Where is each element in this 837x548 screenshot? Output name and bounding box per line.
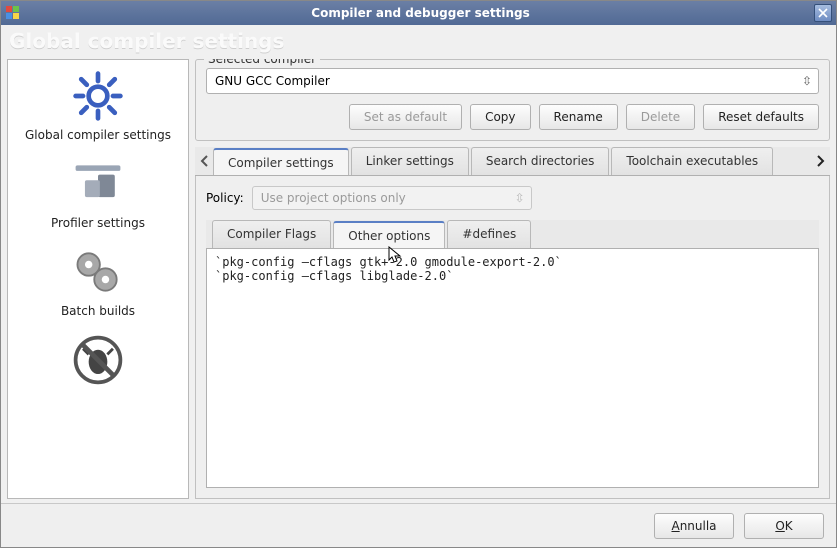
inner-tab-container: Compiler Flags Other options #defines `p… — [206, 220, 819, 488]
tab-scroll-left[interactable] — [195, 147, 213, 175]
tab-linker-settings[interactable]: Linker settings — [351, 147, 469, 175]
page-title: Global compiler settings — [1, 25, 836, 59]
tab-other-options[interactable]: Other options — [333, 221, 445, 248]
main-panel: Selected compiler GNU GCC Compiler Set a… — [195, 59, 830, 499]
compiler-select[interactable]: GNU GCC Compiler — [206, 68, 819, 94]
copy-button[interactable]: Copy — [470, 104, 530, 130]
sidebar-item-label: Profiler settings — [12, 216, 184, 230]
sidebar-item-global-compiler[interactable]: Global compiler settings — [10, 64, 186, 152]
sidebar-item-label: Batch builds — [12, 304, 184, 318]
rename-button[interactable]: Rename — [539, 104, 618, 130]
set-default-button: Set as default — [349, 104, 462, 130]
sidebar-item-debugger[interactable] — [10, 328, 186, 388]
app-icon — [5, 5, 21, 21]
tab-search-directories[interactable]: Search directories — [471, 147, 610, 175]
main-tabstrip: Compiler settings Linker settings Search… — [195, 147, 830, 176]
policy-select: Use project options only — [252, 186, 532, 210]
chevron-right-icon — [817, 155, 825, 167]
cancel-suffix: nnulla — [680, 519, 717, 533]
tab-compiler-flags[interactable]: Compiler Flags — [212, 220, 331, 248]
sidebar: Global compiler settings Profiler settin… — [7, 59, 189, 499]
gear-stack-icon — [70, 244, 126, 300]
tab-toolchain-executables[interactable]: Toolchain executables — [611, 147, 773, 175]
dialog-footer: Annulla OK — [1, 503, 836, 547]
delete-button: Delete — [626, 104, 695, 130]
sidebar-item-label: Global compiler settings — [12, 128, 184, 142]
settings-window: Compiler and debugger settings Global co… — [0, 0, 837, 548]
sidebar-item-batch-builds[interactable]: Batch builds — [10, 240, 186, 328]
other-options-textarea[interactable]: `pkg-config –cflags gtk+-2.0 gmodule-exp… — [206, 249, 819, 488]
tab-compiler-settings-body: Policy: Use project options only Compile… — [195, 176, 830, 499]
group-title: Selected compiler — [204, 59, 320, 66]
tab-compiler-settings[interactable]: Compiler settings — [213, 148, 349, 175]
no-bug-icon — [70, 332, 126, 388]
close-icon — [818, 8, 828, 18]
ok-button[interactable]: OK — [744, 513, 824, 539]
sidebar-item-profiler[interactable]: Profiler settings — [10, 152, 186, 240]
gear-icon — [70, 68, 126, 124]
cancel-button[interactable]: Annulla — [654, 513, 734, 539]
tab-scroll-right[interactable] — [812, 147, 830, 175]
policy-row: Policy: Use project options only — [206, 186, 819, 210]
selected-compiler-group: Selected compiler GNU GCC Compiler Set a… — [195, 59, 830, 141]
window-title: Compiler and debugger settings — [27, 6, 814, 20]
compiler-select-value: GNU GCC Compiler — [215, 74, 330, 88]
titlebar[interactable]: Compiler and debugger settings — [1, 1, 836, 25]
tab-defines[interactable]: #defines — [447, 220, 531, 248]
profiler-icon — [70, 156, 126, 212]
chevron-left-icon — [200, 155, 208, 167]
policy-select-value: Use project options only — [261, 191, 406, 205]
policy-label: Policy: — [206, 191, 244, 205]
reset-defaults-button[interactable]: Reset defaults — [703, 104, 819, 130]
close-button[interactable] — [814, 4, 832, 22]
